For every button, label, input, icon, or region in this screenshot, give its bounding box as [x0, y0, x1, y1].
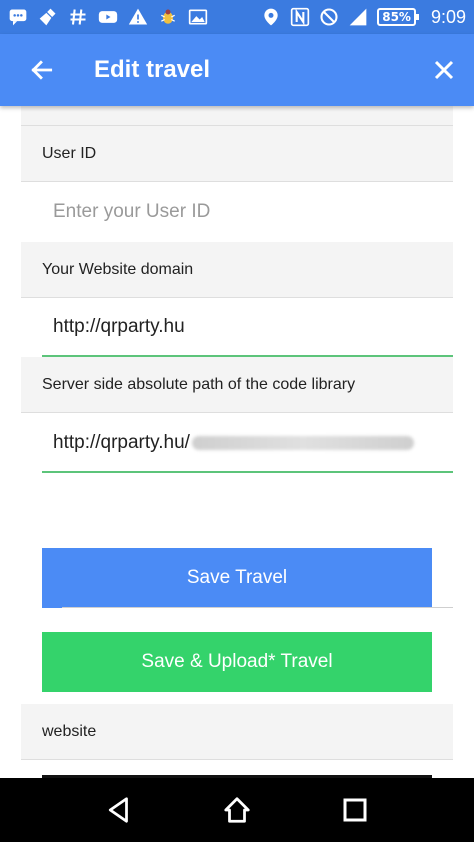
warning-icon — [128, 7, 148, 27]
status-bar-system: 85% 9:09 — [261, 7, 466, 28]
youtube-icon — [98, 7, 118, 27]
status-bar: 85% 9:09 — [0, 0, 474, 34]
signal-icon — [348, 7, 368, 27]
page-title: Edit travel — [94, 56, 211, 83]
location-icon — [261, 7, 281, 27]
nav-recents-button[interactable] — [325, 778, 385, 842]
nav-back-button[interactable] — [89, 778, 149, 842]
server-path-label: Server side absolute path of the code li… — [21, 357, 453, 413]
previous-section-strip — [21, 106, 453, 126]
home-icon — [224, 797, 250, 823]
edit-travel-form[interactable]: User ID Enter your User ID Your Website … — [0, 106, 474, 778]
nfc-icon — [290, 7, 310, 27]
hashtag-icon — [68, 7, 88, 27]
navigation-bar — [0, 778, 474, 842]
server-path-value: http://qrparty.hu/ — [53, 432, 190, 453]
image-icon — [188, 7, 208, 27]
save-upload-travel-button[interactable]: Save & Upload* Travel — [42, 632, 432, 692]
status-clock: 9:09 — [430, 6, 466, 27]
arrow-left-icon — [31, 60, 53, 80]
website-domain-label: Your Website domain — [21, 242, 453, 298]
block-icon — [319, 7, 339, 27]
redacted-path — [191, 436, 414, 450]
website-section-label: website — [21, 704, 453, 760]
save-travel-button[interactable]: Save Travel — [42, 548, 432, 608]
website-domain-input[interactable]: http://qrparty.hu — [42, 299, 453, 357]
broom-icon — [38, 7, 58, 27]
back-triangle-icon — [108, 797, 128, 823]
back-button[interactable] — [14, 34, 70, 106]
server-path-input[interactable]: http://qrparty.hu/ — [42, 415, 453, 473]
close-icon — [434, 60, 454, 80]
app-bar: Edit travel — [0, 34, 474, 106]
divider — [62, 607, 453, 608]
battery-indicator: 85% — [377, 8, 419, 26]
recents-icon — [343, 798, 367, 822]
user-id-label: User ID — [21, 126, 453, 182]
bug-icon — [158, 7, 178, 27]
status-bar-notifications — [8, 7, 261, 27]
close-button[interactable] — [416, 34, 472, 106]
chat-icon — [8, 7, 28, 27]
website-domain-value: http://qrparty.hu — [53, 316, 185, 337]
user-id-input[interactable]: Enter your User ID — [42, 183, 453, 241]
nav-home-button[interactable] — [207, 778, 267, 842]
